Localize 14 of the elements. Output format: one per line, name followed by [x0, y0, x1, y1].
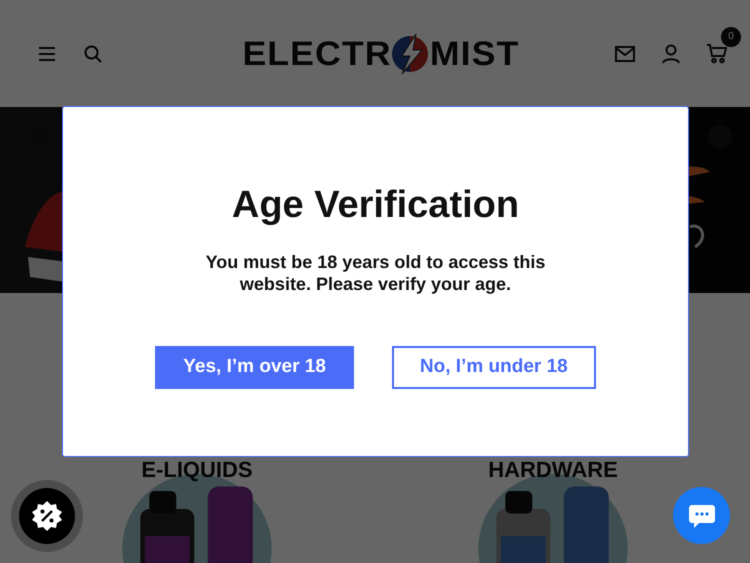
search-icon[interactable]: [82, 42, 104, 64]
category-title[interactable]: E-LIQUIDS: [141, 459, 253, 481]
cart-count-badge: 0: [721, 26, 741, 46]
discount-button[interactable]: [19, 488, 75, 544]
logo-text[interactable]: ELECTR: [242, 36, 392, 70]
account-icon[interactable]: [660, 42, 682, 64]
percent-badge-icon: [31, 500, 63, 532]
deny-age-button[interactable]: No, I’m under 18: [392, 346, 596, 389]
category-title[interactable]: HARDWARE: [488, 459, 618, 481]
confirm-age-button[interactable]: Yes, I’m over 18: [155, 346, 354, 389]
cart-icon[interactable]: [706, 42, 728, 64]
dialog-message: You must be 18 years old to access this website. Please verify your age.: [204, 250, 546, 296]
dialog-title: Age Verification: [230, 183, 520, 228]
logo-text[interactable]: MIST: [430, 36, 520, 70]
